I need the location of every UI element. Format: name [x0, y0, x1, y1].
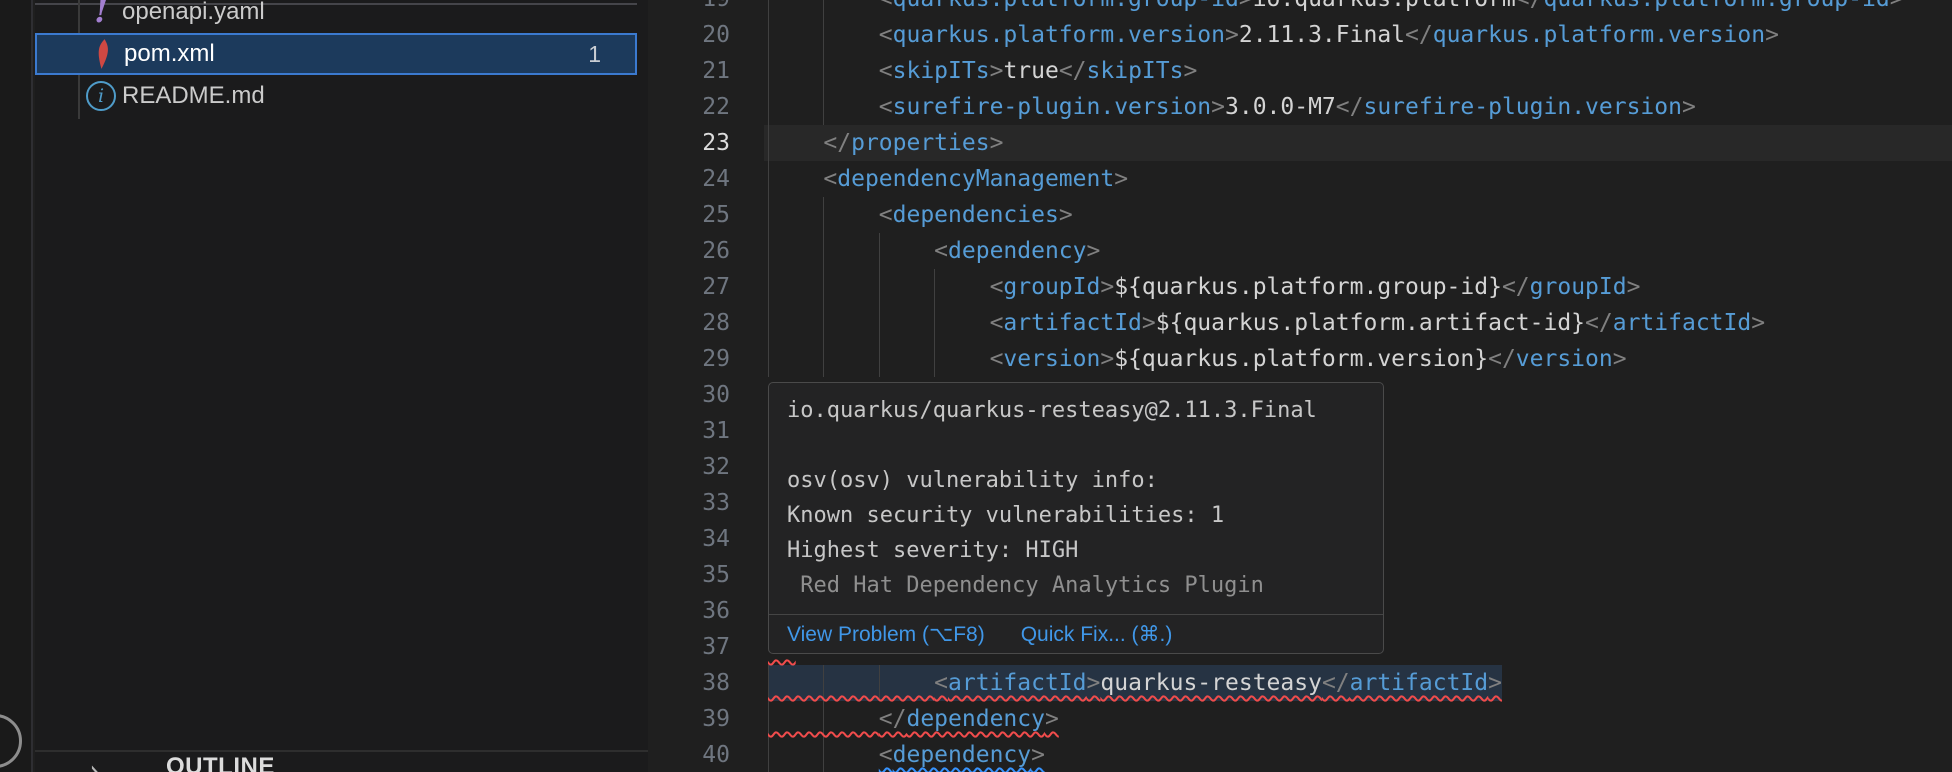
- code-line-20[interactable]: 20 <quarkus.platform.version>2.11.3.Fina…: [648, 17, 1952, 53]
- code-line-27[interactable]: 27 <groupId>${quarkus.platform.group-id}…: [648, 269, 1952, 305]
- line-number[interactable]: 23: [648, 125, 730, 161]
- line-number[interactable]: 27: [648, 269, 730, 305]
- line-number[interactable]: 40: [648, 737, 730, 772]
- tooltip-dependency-coordinates: io.quarkus/quarkus-resteasy@2.11.3.Final: [787, 398, 1317, 423]
- line-number[interactable]: 34: [648, 521, 730, 557]
- tooltip-action-bar: View Problem (⌥F8) Quick Fix... (⌘.): [769, 614, 1383, 653]
- file-name: README.md: [122, 82, 265, 109]
- line-number[interactable]: 35: [648, 557, 730, 593]
- line-number[interactable]: 37: [648, 629, 730, 665]
- file-name: openapi.yaml: [122, 0, 265, 25]
- code-line-21[interactable]: 21 <skipITs>true</skipITs>: [648, 53, 1952, 89]
- outline-section-header[interactable]: › OUTLINE: [35, 752, 648, 772]
- file-row-pom.xml[interactable]: pom.xml 1: [35, 33, 637, 75]
- line-number[interactable]: 20: [648, 17, 730, 53]
- line-number[interactable]: 22: [648, 89, 730, 125]
- line-number[interactable]: 26: [648, 233, 730, 269]
- line-number[interactable]: 39: [648, 701, 730, 737]
- code-line-22[interactable]: 22 <surefire-plugin.version>3.0.0-M7</su…: [648, 89, 1952, 125]
- line-number[interactable]: 30: [648, 377, 730, 413]
- code-text: <artifactId>${quarkus.platform.artifact-…: [989, 310, 1766, 336]
- code-text: <quarkus.platform.version>2.11.3.Final</…: [878, 22, 1779, 48]
- line-number[interactable]: 25: [648, 197, 730, 233]
- info-squiggle: <dependency>: [878, 742, 1045, 768]
- code-text: </properties>: [823, 130, 1004, 156]
- file-row-README.md[interactable]: i README.md: [35, 75, 637, 117]
- code-text: <dependencyManagement>: [823, 166, 1129, 192]
- code-text: <dependency>: [768, 737, 1045, 772]
- code-text: <dependency>: [934, 238, 1101, 264]
- line-number[interactable]: 29: [648, 341, 730, 377]
- code-line-38[interactable]: 38 <artifactId>quarkus-resteasy</artifac…: [648, 665, 1952, 701]
- code-text: <groupId>${quarkus.platform.group-id}</g…: [989, 274, 1641, 300]
- code-line-25[interactable]: 25 <dependencies>: [648, 197, 1952, 233]
- line-number[interactable]: 24: [648, 161, 730, 197]
- tooltip-text-line: [787, 428, 1365, 463]
- tooltip-body: io.quarkus/quarkus-resteasy@2.11.3.Final…: [769, 383, 1383, 614]
- tooltip-text-line: Known security vulnerabilities: 1: [787, 503, 1225, 528]
- code-line-19[interactable]: 19 <quarkus.platform.group-id>io.quarkus…: [648, 0, 1952, 17]
- code-text: <surefire-plugin.version>3.0.0-M7</suref…: [878, 94, 1696, 120]
- code-text: <dependencies>: [878, 202, 1073, 228]
- activitybar-divider: [31, 0, 33, 772]
- hover-tooltip: io.quarkus/quarkus-resteasy@2.11.3.Final…: [768, 382, 1384, 654]
- line-number[interactable]: 28: [648, 305, 730, 341]
- quick-fix-link[interactable]: Quick Fix... (⌘.): [1021, 622, 1173, 647]
- info-circle-icon: i: [86, 79, 116, 113]
- code-text: <quarkus.platform.group-id>io.quarkus.pl…: [768, 0, 1904, 17]
- code-line-24[interactable]: 24 <dependencyManagement>: [648, 161, 1952, 197]
- code-line-23[interactable]: 23 </properties>: [648, 125, 1952, 161]
- code-text: <artifactId>quarkus-resteasy</artifactId…: [768, 665, 1502, 701]
- code-line-40[interactable]: 40 <dependency>: [648, 737, 1952, 772]
- line-number[interactable]: 21: [648, 53, 730, 89]
- activity-bar: [0, 0, 33, 772]
- line-number[interactable]: 19: [648, 0, 730, 17]
- error-squiggle: </dependency>: [878, 706, 1059, 732]
- problem-count-badge: 1: [588, 40, 601, 67]
- line-number[interactable]: 38: [648, 665, 730, 701]
- vscode-window: ! openapi.yaml pom.xml 1 i README.md › OUTLIN…: [0, 0, 1952, 772]
- explorer-sidebar: ! openapi.yaml pom.xml 1 i README.md › OUTLIN…: [35, 0, 648, 772]
- code-line-26[interactable]: 26 <dependency>: [648, 233, 1952, 269]
- account-icon[interactable]: [0, 714, 22, 768]
- yaml-exclamation-icon: !: [94, 0, 108, 30]
- code-line-39[interactable]: 39 </dependency>: [648, 701, 1952, 737]
- tooltip-text-line: Highest severity: HIGH: [787, 538, 1079, 563]
- line-number[interactable]: 31: [648, 413, 730, 449]
- chevron-right-icon: ›: [89, 752, 101, 772]
- code-line-29[interactable]: 29 <version>${quarkus.platform.version}<…: [648, 341, 1952, 377]
- outline-label: OUTLINE: [166, 753, 275, 772]
- code-text: <version>${quarkus.platform.version}</ve…: [989, 346, 1627, 372]
- tooltip-source-plugin: Red Hat Dependency Analytics Plugin: [787, 573, 1264, 598]
- maven-flame-icon: [88, 37, 118, 71]
- code-text: <skipITs>true</skipITs>: [878, 58, 1198, 84]
- line-number[interactable]: 33: [648, 485, 730, 521]
- line-number[interactable]: 36: [648, 593, 730, 629]
- file-row-openapi.yaml[interactable]: ! openapi.yaml: [35, 0, 637, 33]
- tooltip-text-line: osv(osv) vulnerability info:: [787, 468, 1158, 493]
- code-line-28[interactable]: 28 <artifactId>${quarkus.platform.artifa…: [648, 305, 1952, 341]
- view-problem-link[interactable]: View Problem (⌥F8): [787, 622, 985, 647]
- code-text: </dependency>: [768, 701, 1059, 737]
- file-name: pom.xml: [124, 40, 215, 67]
- line-number[interactable]: 32: [648, 449, 730, 485]
- error-squiggle: <artifactId>quarkus-resteasy</artifactId…: [934, 670, 1502, 696]
